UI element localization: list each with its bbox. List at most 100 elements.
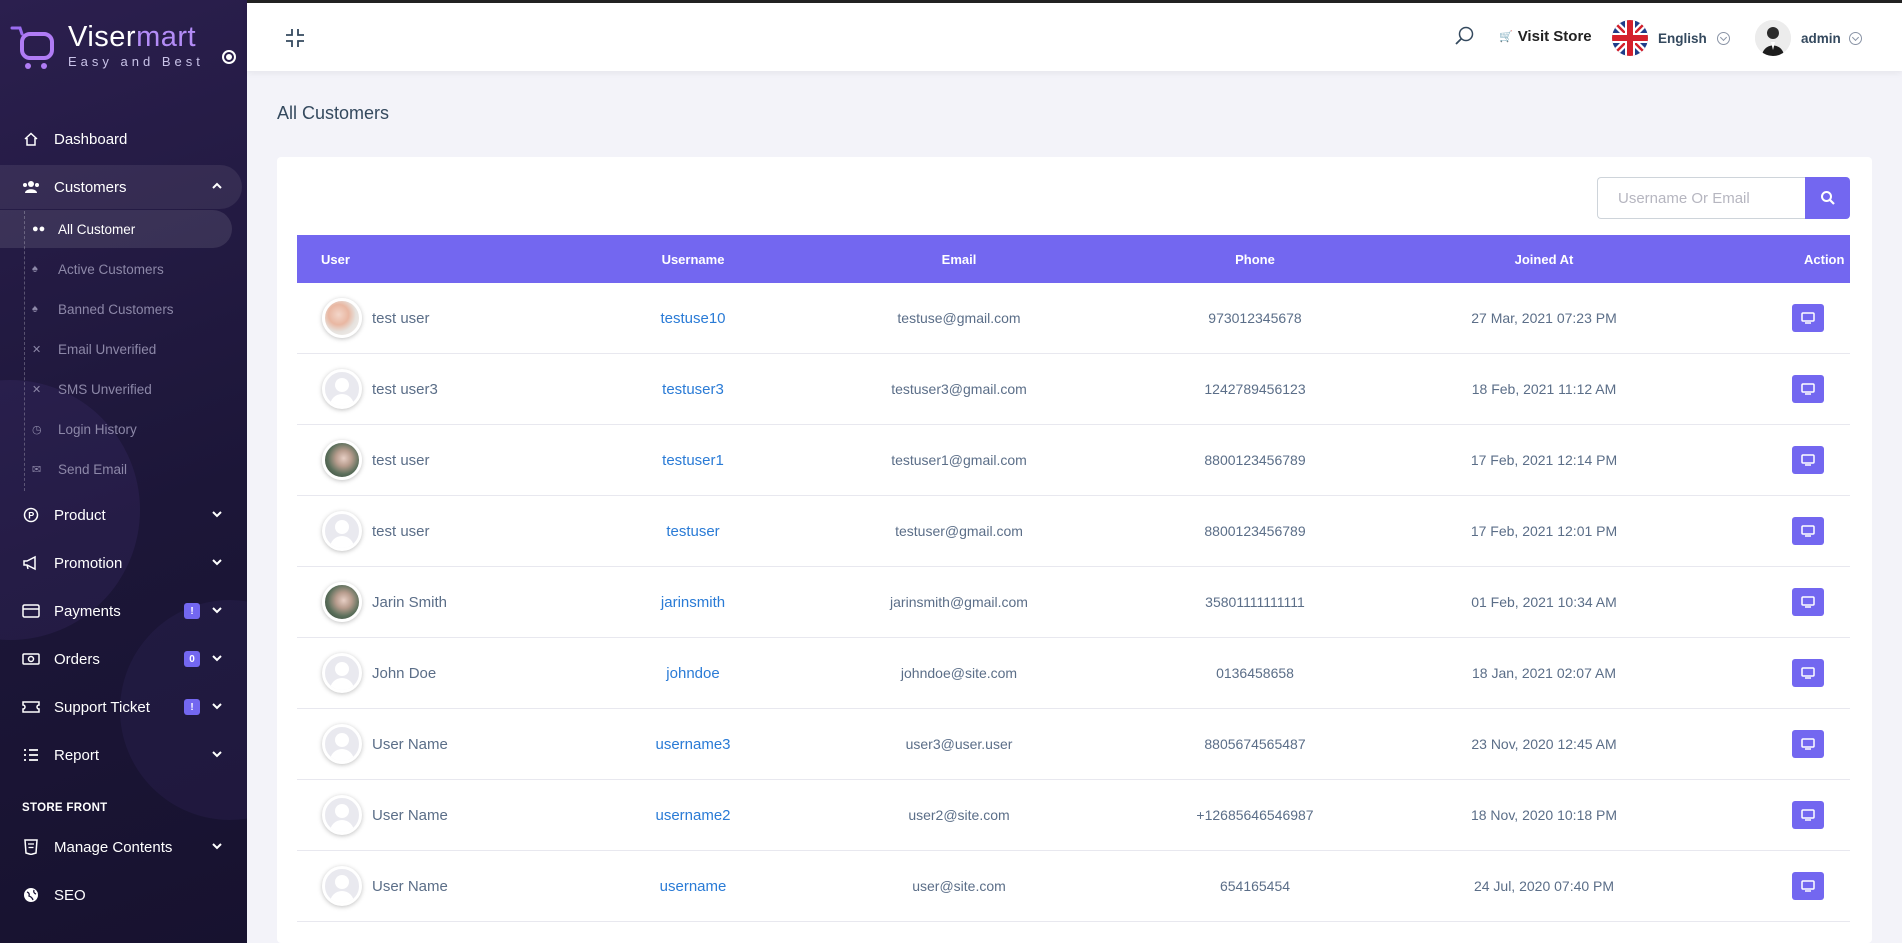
sidebar-item-payments[interactable]: Payments !	[0, 589, 247, 633]
username-link[interactable]: testuser1	[662, 452, 724, 469]
username-link[interactable]: username2	[655, 807, 730, 824]
cell-user: User Name	[322, 851, 448, 921]
sidebar-item-customers[interactable]: Customers	[0, 165, 242, 209]
view-details-button[interactable]	[1792, 588, 1824, 616]
username-link[interactable]: testuser3	[662, 381, 724, 398]
cell-username: username2	[655, 780, 730, 850]
cell-username: testuser1	[662, 425, 724, 495]
sidebar-item-support-ticket[interactable]: Support Ticket !	[0, 685, 247, 729]
header-username: Username	[661, 251, 725, 267]
search-button[interactable]	[1805, 177, 1850, 219]
cell-phone: 8805674565487	[1204, 736, 1306, 752]
cell-user: test user	[322, 283, 430, 353]
sidebar-subitem-all-customer[interactable]: ●● All Customer	[0, 210, 232, 248]
desktop-icon	[1801, 312, 1815, 324]
view-details-button[interactable]	[1792, 517, 1824, 545]
view-details-button[interactable]	[1792, 304, 1824, 332]
cell-email: user3@user.user	[905, 736, 1013, 752]
user-name: User Name	[372, 877, 448, 895]
username-link[interactable]: username	[660, 878, 727, 895]
view-details-button[interactable]	[1792, 375, 1824, 403]
view-details-button[interactable]	[1792, 872, 1824, 900]
cart-logo-icon	[10, 26, 54, 69]
collapse-icon[interactable]	[284, 27, 306, 49]
desktop-icon	[1801, 809, 1815, 821]
visit-store-link[interactable]: 🛒 Visit Store	[1499, 28, 1592, 45]
cell-action	[1792, 496, 1824, 566]
username-link[interactable]: username3	[655, 736, 730, 753]
sidebar-item-orders[interactable]: Orders 0	[0, 637, 247, 681]
sidebar-subitem-sms-unverified[interactable]: ✕ SMS Unverified	[0, 370, 232, 408]
desktop-icon	[1801, 738, 1815, 750]
cell-username: testuser	[666, 496, 719, 566]
user-name: test user3	[372, 380, 438, 398]
cell-joined-at: 18 Feb, 2021 11:12 AM	[1471, 381, 1617, 397]
cell-action	[1792, 283, 1824, 353]
header-phone: Phone	[1235, 251, 1275, 267]
username-link[interactable]: testuse10	[660, 310, 725, 327]
cell-action	[1792, 638, 1824, 708]
cell-action	[1792, 567, 1824, 637]
sidebar-item-dashboard[interactable]: Dashboard	[0, 117, 247, 161]
users-icon	[22, 178, 40, 196]
sidebar-item-report[interactable]: Report	[0, 733, 247, 777]
user-menu[interactable]: admin	[1755, 20, 1862, 56]
header-email: Email	[941, 251, 977, 267]
cell-phone: 654165454	[1219, 878, 1291, 894]
desktop-icon	[1801, 667, 1815, 679]
sidebar-subitem-email-unverified[interactable]: ✕ Email Unverified	[0, 330, 232, 368]
cell-email: user@site.com	[912, 878, 1006, 894]
cell-joined-at: 17 Feb, 2021 12:14 PM	[1470, 452, 1618, 468]
payments-badge: !	[184, 603, 200, 619]
table-row: test user3 testuser3 testuser3@gmail.com 12…	[297, 354, 1850, 425]
header-joined-at: Joined At	[1514, 251, 1574, 267]
sidebar-subitem-active-customers[interactable]: ♠ Active Customers	[0, 250, 232, 288]
cell-phone: 973012345678	[1208, 310, 1302, 326]
chevron-down-icon	[212, 605, 222, 617]
username-link[interactable]: jarinsmith	[661, 594, 725, 611]
chevron-down-icon	[212, 749, 222, 761]
product-icon: P	[22, 506, 40, 524]
avatar	[322, 653, 362, 693]
cell-username: johndoe	[666, 638, 719, 708]
cell-user: User Name	[322, 780, 448, 850]
view-details-button[interactable]	[1792, 801, 1824, 829]
sidebar-subitem-send-email[interactable]: ✉ Send Email	[0, 450, 232, 488]
table-row: Jarin Smith jarinsmith jarinsmith@gmail.co…	[297, 567, 1850, 638]
user-check-icon: ♠	[32, 263, 38, 275]
table-body: test user testuse10 testuse@gmail.com 97301…	[297, 283, 1850, 922]
support-ticket-badge: !	[184, 699, 200, 715]
sidebar-subitem-banned-customers[interactable]: ♠ Banned Customers	[0, 290, 232, 328]
search-icon[interactable]	[1454, 25, 1476, 47]
search-input[interactable]	[1597, 177, 1810, 219]
list-icon	[22, 746, 40, 764]
envelope-icon: ✉	[32, 463, 42, 476]
svg-text:P: P	[28, 511, 34, 521]
cell-email: jarinsmith@gmail.com	[890, 594, 1028, 610]
sidebar-item-product[interactable]: P Product	[0, 493, 247, 537]
brand-logo[interactable]: Visermart Easy and Best	[10, 22, 204, 70]
view-details-button[interactable]	[1792, 446, 1824, 474]
sidebar-item-seo[interactable]: SEO	[0, 873, 247, 917]
username-link[interactable]: testuser	[666, 523, 719, 540]
view-details-button[interactable]	[1792, 659, 1824, 687]
topbar: 🛒 Visit Store English admin	[247, 0, 1902, 71]
cell-email: user2@site.com	[908, 807, 1010, 823]
avatar	[322, 866, 362, 906]
customers-table: User Username Email Phone Joined At Acti…	[297, 235, 1850, 922]
cell-username: jarinsmith	[661, 567, 725, 637]
sidebar-subitem-login-history[interactable]: ◷ Login History	[0, 410, 232, 448]
chevron-down-icon	[1848, 31, 1862, 45]
language-selector[interactable]: English	[1612, 20, 1730, 56]
sidebar-item-manage-contents[interactable]: Manage Contents	[0, 825, 247, 869]
chevron-down-icon	[1716, 31, 1730, 45]
sidebar-toggle-button[interactable]	[222, 50, 236, 64]
username-link[interactable]: johndoe	[666, 665, 719, 682]
desktop-icon	[1801, 383, 1815, 395]
cell-user: test user	[322, 496, 430, 566]
orders-badge: 0	[184, 651, 200, 667]
view-details-button[interactable]	[1792, 730, 1824, 758]
user-slash-icon: ♠	[32, 303, 38, 315]
cell-email: testuser@gmail.com	[895, 523, 1023, 539]
sidebar-item-promotion[interactable]: Promotion	[0, 541, 247, 585]
